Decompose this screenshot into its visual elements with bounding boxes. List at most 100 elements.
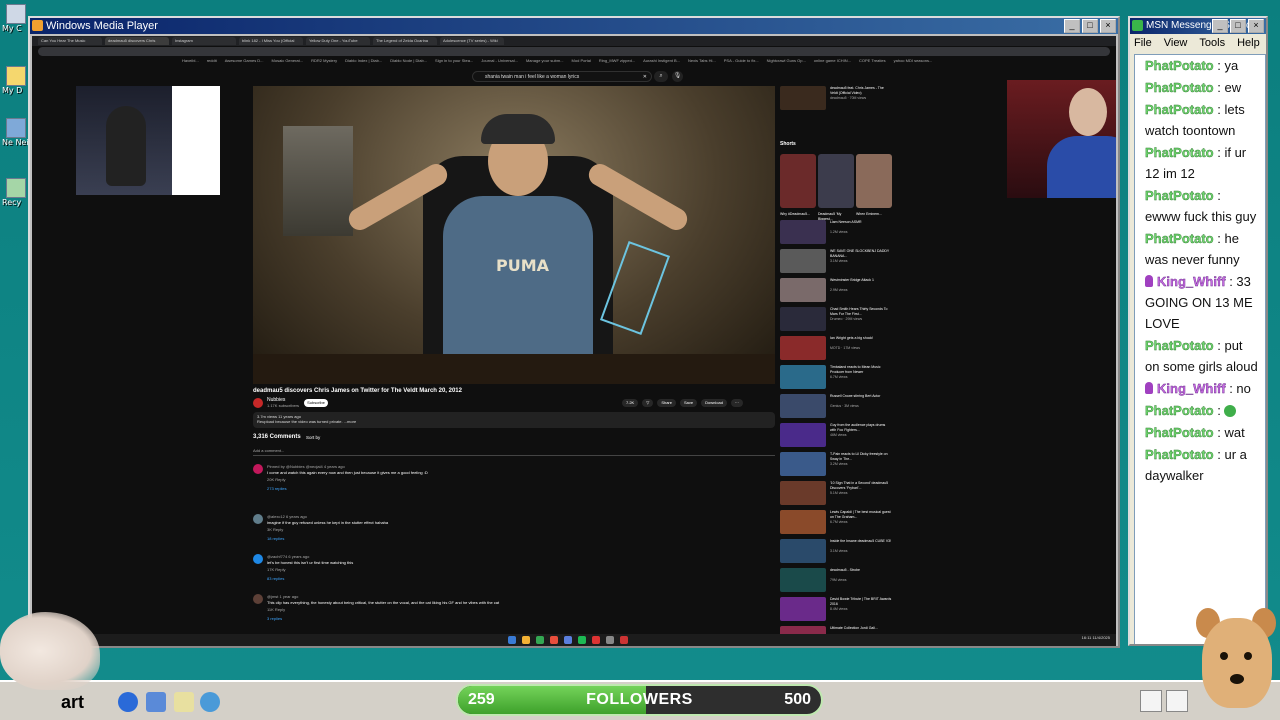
comment-replies[interactable]: 18 replies [267, 536, 284, 541]
minimize-button[interactable]: _ [1212, 19, 1228, 33]
like-button[interactable]: 7.2K [622, 399, 639, 407]
notepad-icon[interactable] [174, 692, 194, 712]
recommended-video[interactable]: Guy from the audience plays drums with F… [780, 423, 895, 447]
recommended-video[interactable]: Westminster Bridge Attack 1 2.9M views [780, 278, 895, 302]
recommended-video[interactable]: Liam Neeson ASMR 1.2M views [780, 220, 895, 244]
comment-replies[interactable]: 3 replies [267, 616, 282, 621]
bookmark[interactable]: Awesome Games D... [225, 57, 264, 64]
short-video[interactable] [780, 154, 816, 208]
network-icon[interactable]: Ne Neigh [2, 118, 39, 147]
subscribe-button[interactable]: Subscribe [304, 399, 328, 407]
bookmark[interactable]: Sign in to your Stea... [435, 57, 473, 64]
recommended-video[interactable]: Chad Smith Hears Thirty Seconds To Mars … [780, 307, 895, 331]
maximize-button[interactable]: □ [1082, 19, 1098, 33]
browser-tab[interactable]: Yellow Duty One - YouTube [306, 37, 370, 45]
internet-explorer-icon[interactable] [118, 692, 138, 712]
recommended-video[interactable]: Inside the Insane deadmau5 CUBE V3! 3.1M … [780, 539, 895, 563]
bookmark[interactable]: Haveibl... [182, 57, 199, 64]
msn-title-bar[interactable]: MSN Messenger Service _ □ × [1130, 18, 1266, 34]
recommended-video[interactable]: Lewis Capaldi | The best musical guest o… [780, 510, 895, 534]
commenter-avatar[interactable] [253, 464, 263, 474]
address-bar[interactable] [38, 47, 1110, 56]
bookmark[interactable]: Mosaic Generat... [272, 57, 304, 64]
browser-tab-active[interactable]: deadmau5 discovers Chris [105, 37, 169, 45]
video-player[interactable]: PUMA [253, 86, 775, 384]
recommended-video[interactable]: Ian Wright gets a big shock! MOTD · 17M v… [780, 336, 895, 360]
browser-tab[interactable]: Adolescence (TV series) - Wiki [440, 37, 504, 45]
comment-likes[interactable]: 20K Reply [267, 477, 285, 482]
recommended-video[interactable]: Timbaland reacts to Mean Music Producer … [780, 365, 895, 389]
close-button[interactable]: × [1100, 19, 1116, 33]
recommended-video[interactable]: David Bowie Tribute | The BRIT Awards 20… [780, 597, 895, 621]
browser-tab[interactable]: Instagram [172, 37, 236, 45]
browser-tab[interactable]: blink 182 - I Miss You (Official [239, 37, 303, 45]
clear-search-icon[interactable]: ✕ [643, 72, 647, 83]
maximize-button[interactable]: □ [1230, 19, 1246, 33]
tray-app-icon[interactable] [1140, 690, 1162, 712]
chat-log[interactable]: PhatPotato : ya PhatPotato : ew PhatPota… [1134, 54, 1266, 644]
comment-likes[interactable]: 17K Reply [267, 567, 285, 572]
close-button[interactable]: × [1248, 19, 1264, 33]
comment-replies[interactable]: 83 replies [267, 576, 284, 581]
computer-icon[interactable]: My C [2, 4, 28, 33]
video-description[interactable]: 3.7m views 11 years ago Reupload because… [253, 412, 775, 428]
menu-file[interactable]: File [1134, 34, 1152, 52]
folder-icon[interactable] [522, 636, 530, 644]
commenter-avatar[interactable] [253, 594, 263, 604]
bookmark[interactable]: Ring_MWF zipped... [599, 57, 635, 64]
search-icon[interactable]: ⌕ [654, 71, 668, 82]
windows-start-icon[interactable] [508, 636, 516, 644]
bookmark[interactable]: PSA - Guide to fix... [724, 57, 759, 64]
download-button[interactable]: Download [701, 399, 727, 407]
youtube-search-input[interactable]: shania twain man i feel like a woman lyr… [472, 71, 652, 82]
spotify-icon[interactable] [578, 636, 586, 644]
recommended-video[interactable]: deadmau5 - Strobe 79M views [780, 568, 895, 592]
menu-view[interactable]: View [1164, 34, 1188, 52]
bookmark[interactable]: Mod Portal [572, 57, 591, 64]
chrome-icon[interactable] [536, 636, 544, 644]
bookmark[interactable]: yahoo MDI seasons... [894, 57, 933, 64]
bookmark[interactable]: Journal - Universal... [481, 57, 518, 64]
browser-tab[interactable]: Can You Hear The Music [38, 37, 102, 45]
bookmark[interactable]: Nightcrawl Guns Op... [767, 57, 806, 64]
more-actions-button[interactable]: ··· [730, 399, 743, 407]
start-button[interactable]: art [0, 688, 90, 716]
add-comment-input[interactable]: Add a comment... [253, 448, 775, 456]
sort-comments-button[interactable]: Sort by [306, 435, 320, 440]
bookmark[interactable]: Nexis Tabs Hi... [688, 57, 716, 64]
discord-icon[interactable] [564, 636, 572, 644]
channel-avatar[interactable] [253, 398, 263, 408]
firefox-icon[interactable] [550, 636, 558, 644]
settings-icon[interactable] [606, 636, 614, 644]
bookmark[interactable]: Aurashi Instigent B... [643, 57, 680, 64]
minimize-button[interactable]: _ [1064, 19, 1080, 33]
obs-icon[interactable] [592, 636, 600, 644]
share-button[interactable]: Share [657, 399, 676, 407]
recommended-video[interactable]: Russell Crowe stirring Bert Actor Genius … [780, 394, 895, 418]
tray-window-icon[interactable] [1166, 690, 1188, 712]
short-video[interactable] [856, 154, 892, 208]
comment-likes[interactable]: 3K Reply [267, 527, 283, 532]
recommended-video[interactable]: '10 Sign That in a Second' deadmau5 Disc… [780, 481, 895, 505]
commenter-avatar[interactable] [253, 554, 263, 564]
bookmark[interactable]: COPE Treaties [859, 57, 886, 64]
recommended-video[interactable]: WE SAVE ONE SLOCKBENJ DADDY BANANA... 3.1… [780, 249, 895, 273]
bookmark[interactable]: reddit [207, 57, 217, 64]
documents-icon[interactable]: My D [2, 66, 28, 95]
app-icon[interactable] [620, 636, 628, 644]
browser-tab[interactable]: The Legend of Zelda Ocarina [373, 37, 437, 45]
comment-replies[interactable]: 273 replies [267, 486, 287, 491]
bookmark[interactable]: Diablo Node | Diab... [390, 57, 427, 64]
recommended-video[interactable]: deadmau5 feat. Chris James - The Veldt (… [780, 86, 895, 110]
short-video[interactable] [818, 154, 854, 208]
bookmark[interactable]: RDR2 Mystery [311, 57, 337, 64]
menu-tools[interactable]: Tools [1199, 34, 1225, 52]
recycle-bin-icon[interactable]: Recy [2, 178, 28, 207]
show-desktop-icon[interactable] [146, 692, 166, 712]
media-icon[interactable] [200, 692, 220, 712]
recommended-video[interactable]: T-Pain reacts to Lil Dicky freestyle on … [780, 452, 895, 476]
save-button[interactable]: Save [680, 399, 698, 407]
microphone-icon[interactable]: 🎙 [672, 71, 683, 82]
bookmark[interactable]: Manage your subm... [526, 57, 564, 64]
menu-help[interactable]: Help [1237, 34, 1260, 52]
